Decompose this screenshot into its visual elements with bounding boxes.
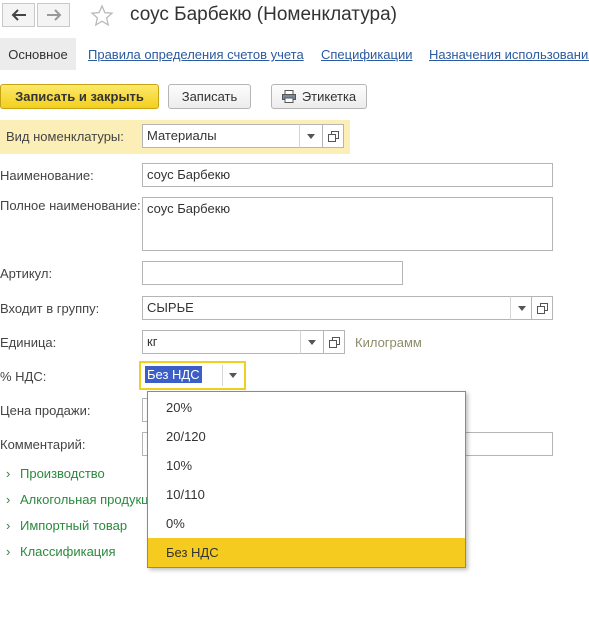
chevron-right-icon: › [6, 466, 11, 481]
tab-account-rules[interactable]: Правила определения счетов учета [88, 47, 304, 62]
vat-option[interactable]: 10% [148, 451, 465, 480]
name-input[interactable]: соус Барбекю [142, 163, 553, 187]
vat-option-selected[interactable]: Без НДС [148, 538, 465, 567]
unit-open-button[interactable] [323, 330, 345, 354]
group-alcohol-label: Алкогольная продукция [20, 492, 163, 507]
vat-dropdown-button[interactable] [222, 365, 242, 386]
unit-label: Единица: [0, 335, 57, 350]
kind-label: Вид номенклатуры: [6, 129, 124, 144]
vat-input[interactable]: Без НДС [143, 365, 222, 386]
arrow-left-icon [11, 9, 26, 21]
chevron-down-icon [518, 305, 526, 311]
name-label: Наименование: [0, 168, 94, 183]
group-open-button[interactable] [531, 296, 553, 320]
unit-full-name: Килограмм [355, 335, 422, 350]
unit-input[interactable]: кг [142, 330, 302, 354]
group-classification-label: Классификация [20, 544, 116, 559]
chevron-right-icon: › [6, 544, 11, 559]
page-title: соус Барбекю (Номенклатура) [130, 4, 397, 25]
favorite-button[interactable] [90, 4, 114, 31]
group-input[interactable]: СЫРЬЕ [142, 296, 512, 320]
vat-option[interactable]: 10/110 [148, 480, 465, 509]
group-classification[interactable]: › Классификация [6, 544, 116, 559]
group-import[interactable]: › Импортный товар [6, 518, 127, 533]
print-label-button[interactable]: Этикетка [271, 84, 367, 109]
kind-open-button[interactable] [322, 124, 344, 148]
comment-label: Комментарий: [0, 437, 86, 452]
vat-option[interactable]: 20/120 [148, 422, 465, 451]
save-and-close-label: Записать и закрыть [15, 89, 144, 104]
chevron-down-icon [307, 133, 315, 139]
tab-specifications[interactable]: Спецификации [321, 47, 413, 62]
full-name-label: Полное наименование: [0, 198, 141, 213]
chevron-right-icon: › [6, 518, 11, 533]
save-label: Записать [181, 89, 238, 104]
group-label: Входит в группу: [0, 301, 100, 316]
tab-usage-purposes[interactable]: Назначения использования [429, 47, 589, 62]
open-window-icon [328, 336, 340, 348]
arrow-right-icon [46, 9, 61, 21]
full-name-textarea[interactable]: соус Барбекю [142, 197, 553, 251]
group-production[interactable]: › Производство [6, 466, 105, 481]
open-window-icon [536, 302, 548, 314]
chevron-right-icon: › [6, 492, 11, 507]
vat-label: % НДС: [0, 369, 47, 384]
back-button[interactable] [2, 3, 35, 27]
open-window-icon [327, 130, 339, 142]
save-button[interactable]: Записать [168, 84, 251, 109]
print-label-text: Этикетка [301, 89, 357, 104]
group-import-label: Импортный товар [20, 518, 128, 533]
star-icon [90, 4, 114, 27]
vat-value: Без НДС [145, 366, 202, 383]
kind-input[interactable]: Материалы [142, 124, 300, 148]
article-input[interactable] [142, 261, 403, 285]
price-label: Цена продажи: [0, 403, 91, 418]
unit-dropdown-button[interactable] [300, 330, 324, 354]
group-alcohol[interactable]: › Алкогольная продукция [6, 492, 163, 507]
printer-icon [281, 90, 296, 103]
save-and-close-button[interactable]: Записать и закрыть [0, 84, 159, 109]
chevron-down-icon [308, 339, 316, 345]
vat-option[interactable]: 20% [148, 393, 465, 422]
tab-main[interactable]: Основное [0, 38, 76, 70]
vat-dropdown-list: 20% 20/120 10% 10/110 0% Без НДС [147, 391, 466, 568]
article-label: Артикул: [0, 266, 53, 281]
group-production-label: Производство [20, 466, 105, 481]
tab-main-label: Основное [8, 46, 68, 62]
kind-dropdown-button[interactable] [299, 124, 323, 148]
chevron-down-icon [228, 373, 237, 378]
forward-button[interactable] [37, 3, 70, 27]
vat-option[interactable]: 0% [148, 509, 465, 538]
